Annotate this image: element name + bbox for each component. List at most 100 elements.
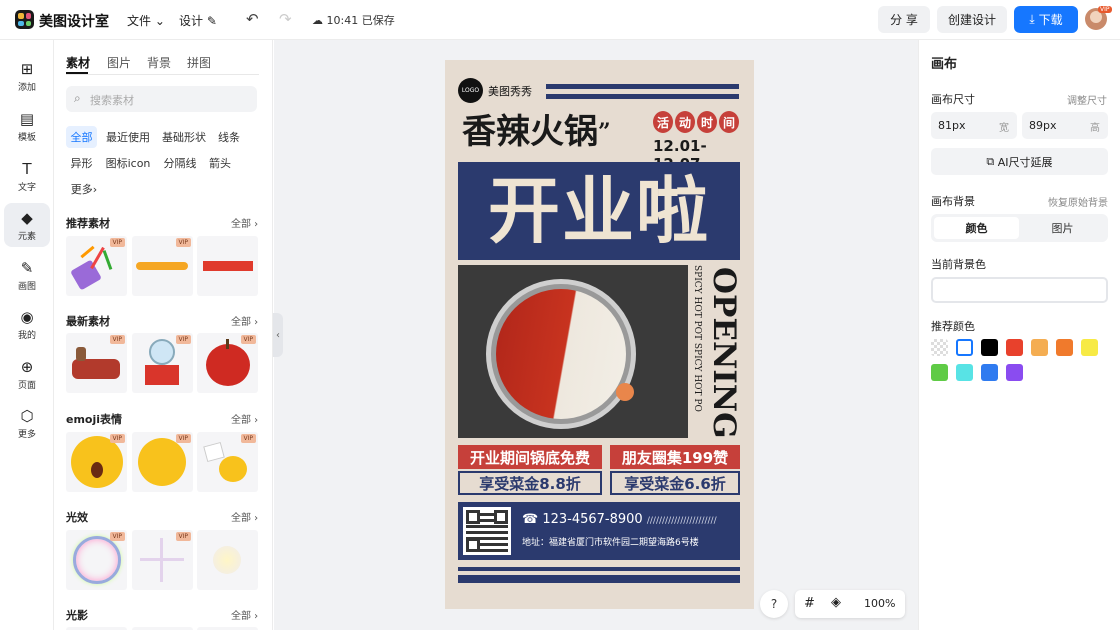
help-button[interactable]: ? xyxy=(760,590,788,618)
swatch-yellow[interactable] xyxy=(1081,339,1098,356)
share-button[interactable]: 分 享 xyxy=(878,6,930,33)
offer-2-detail[interactable]: 享受菜金6.6折 xyxy=(610,471,740,495)
swatch-white[interactable] xyxy=(956,339,973,356)
shapes-icon: ◆ xyxy=(21,208,33,227)
nav-item-more[interactable]: ⬡ 更多 xyxy=(4,401,50,445)
material-thumb[interactable]: VIP xyxy=(197,432,258,492)
download-button[interactable]: ⤓ 下载 xyxy=(1014,6,1078,33)
offer-1-detail[interactable]: 享受菜金8.8折 xyxy=(458,471,602,495)
vip-badge: VIP xyxy=(109,238,125,247)
design-menu[interactable]: 设计 ✎ xyxy=(179,12,217,29)
chevron-right-icon: › xyxy=(92,182,98,196)
poster-stripe xyxy=(546,94,739,99)
page-add-icon: ⊕ xyxy=(20,357,34,376)
height-input[interactable]: 89px 高 xyxy=(1022,112,1108,139)
app-logo-icon[interactable] xyxy=(15,10,34,29)
chip-all[interactable]: 全部 xyxy=(66,126,97,148)
nav-item-template[interactable]: ▤ 模板 xyxy=(4,104,50,148)
poster-activity-badge[interactable]: 活 动 时 间 xyxy=(653,111,741,135)
tab-backgrounds[interactable]: 背景 xyxy=(147,54,171,71)
grid-icon[interactable]: # xyxy=(804,596,815,611)
chip-irregular[interactable]: 异形 xyxy=(66,152,97,174)
see-all-link[interactable]: 全部 › xyxy=(231,509,258,524)
restore-background-link[interactable]: 恢复原始背景 xyxy=(1048,194,1108,209)
offer-2-title[interactable]: 朋友圈集199赞 xyxy=(610,445,740,469)
material-thumb[interactable]: VIP xyxy=(132,432,193,492)
chip-icons[interactable]: 图标icon xyxy=(102,152,154,174)
zoom-level[interactable]: 100% xyxy=(864,597,895,610)
redo-icon[interactable]: ↷ xyxy=(279,10,292,28)
poster-logo[interactable]: LOGO xyxy=(458,78,483,103)
nav-item-elements[interactable]: ◆ 元素 xyxy=(4,203,50,247)
tab-active-indicator xyxy=(66,72,88,74)
material-thumb[interactable] xyxy=(197,236,258,296)
poster-canvas[interactable]: LOGO 美图秀秀 香辣火锅” 活 动 时 间 12.01-12.07 开业啦 … xyxy=(445,60,754,609)
swatch-orange[interactable] xyxy=(1056,339,1073,356)
poster-title[interactable]: 香辣火锅” xyxy=(462,112,611,152)
nav-item-text[interactable]: Ｔ 文字 xyxy=(4,154,50,198)
pen-icon: ✎ xyxy=(20,258,34,277)
chip-dividers[interactable]: 分隔线 xyxy=(158,152,202,174)
swatch-transparent[interactable] xyxy=(931,339,948,356)
create-design-button[interactable]: 创建设计 xyxy=(937,6,1007,33)
see-all-link[interactable]: 全部 › xyxy=(231,411,258,426)
bg-tab-image[interactable]: 图片 xyxy=(1020,217,1105,239)
chip-basic-shapes[interactable]: 基础形状 xyxy=(158,126,210,148)
swatch-cyan[interactable] xyxy=(956,364,973,381)
top-bar: 美图设计室 文件 ⌄ 设计 ✎ ↶ ↷ ☁ 10:41 已保存 分 享 创建设计… xyxy=(0,0,1120,40)
bg-tab-color[interactable]: 颜色 xyxy=(934,217,1019,239)
poster-brand[interactable]: 美图秀秀 xyxy=(488,83,532,99)
layers-icon[interactable]: ◈ xyxy=(831,595,841,610)
material-thumb[interactable]: VIP xyxy=(132,333,193,393)
chip-recent[interactable]: 最近使用 xyxy=(102,126,154,148)
material-thumb[interactable]: VIP xyxy=(197,333,258,393)
nav-item-mine[interactable]: ◉ 我的 xyxy=(4,302,50,346)
chip-more[interactable]: 更多 › xyxy=(66,178,102,200)
swatch-light-orange[interactable] xyxy=(1031,339,1048,356)
see-all-link[interactable]: 全部 › xyxy=(231,313,258,328)
swatch-red[interactable] xyxy=(1006,339,1023,356)
swatch-green[interactable] xyxy=(931,364,948,381)
adjust-size-link[interactable]: 调整尺寸 xyxy=(1067,92,1107,107)
swatch-blue[interactable] xyxy=(981,364,998,381)
material-thumb[interactable]: VIP xyxy=(66,530,127,590)
search-input[interactable]: ⌕ 搜索素材 xyxy=(66,86,257,112)
poster-stripe xyxy=(458,567,740,571)
material-thumb[interactable]: VIP xyxy=(66,333,127,393)
swatch-black[interactable] xyxy=(981,339,998,356)
search-icon: ⌕ xyxy=(74,91,81,105)
poster-address: 地址：福建省厦门市软件园二期望海路6号楼 xyxy=(522,538,699,548)
nav-item-page[interactable]: ⊕ 页面 xyxy=(4,352,50,396)
hotpot-photo[interactable] xyxy=(458,265,688,438)
width-input[interactable]: 81px 宽 xyxy=(931,112,1017,139)
chip-arrows[interactable]: 箭头 xyxy=(205,152,235,174)
material-thumb[interactable]: VIP xyxy=(66,236,127,296)
tab-materials[interactable]: 素材 xyxy=(66,54,90,71)
chevron-left-icon: ‹ xyxy=(276,329,280,341)
app-brand[interactable]: 美图设计室 xyxy=(39,11,109,31)
nav-item-add[interactable]: ⊞ 添加 xyxy=(4,54,50,98)
vip-badge: VIP xyxy=(175,335,191,344)
offer-1-title[interactable]: 开业期间锅底免费 xyxy=(458,445,602,469)
collapse-panel-handle[interactable]: ‹ xyxy=(273,313,283,357)
material-thumb[interactable] xyxy=(197,530,258,590)
see-all-link[interactable]: 全部 › xyxy=(231,607,258,622)
undo-icon[interactable]: ↶ xyxy=(246,10,259,28)
swatch-purple[interactable] xyxy=(1006,364,1023,381)
file-menu[interactable]: 文件 ⌄ xyxy=(127,12,165,29)
user-icon: ◉ xyxy=(20,307,34,326)
chip-lines[interactable]: 线条 xyxy=(214,126,244,148)
poster-headline-block[interactable]: 开业啦 xyxy=(458,162,740,260)
nav-item-draw[interactable]: ✎ 画图 xyxy=(4,253,50,297)
cloud-saved-icon: ☁ xyxy=(312,14,323,27)
material-thumb[interactable]: VIP xyxy=(66,432,127,492)
material-thumb[interactable]: VIP xyxy=(132,530,193,590)
poster-vertical-opening: OPENING xyxy=(706,267,742,438)
contact-block[interactable]: ☎ 123-4567-8900 /////////////////////// … xyxy=(458,502,740,560)
see-all-link[interactable]: 全部 › xyxy=(231,215,258,230)
current-bg-color-field[interactable] xyxy=(931,277,1108,303)
tab-collage[interactable]: 拼图 xyxy=(187,54,211,71)
material-thumb[interactable]: VIP xyxy=(132,236,193,296)
tab-images[interactable]: 图片 xyxy=(107,54,131,71)
ai-size-extend-button[interactable]: ⧉ AI尺寸延展 xyxy=(931,148,1108,175)
